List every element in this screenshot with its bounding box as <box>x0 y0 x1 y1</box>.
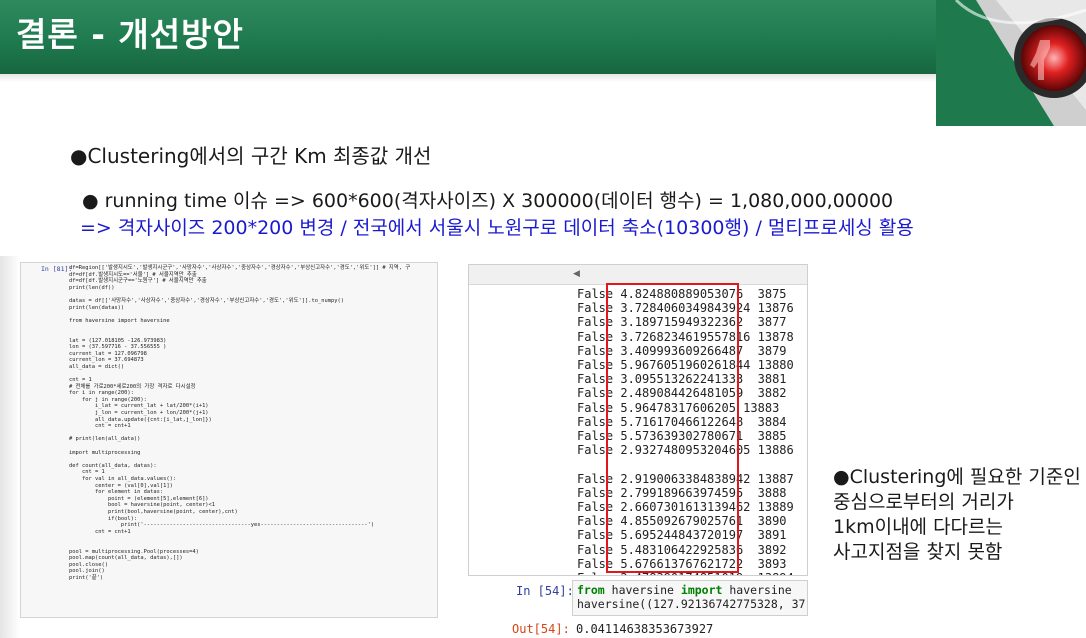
code-line: df=Region[['발생지시도','발생지시군구','사망자수','사상자수… <box>69 265 411 271</box>
bullet-running-time: ● running time 이슈 => 600*600(격자사이즈) X 30… <box>82 190 894 212</box>
code-line: for i in range(200): <box>69 390 134 397</box>
side-note-line-1: ●Clustering에 필요한 기준인 <box>833 466 1081 488</box>
traffic-light-graphic <box>936 0 1086 126</box>
code-line: import multiprocessing <box>69 449 141 456</box>
code-line: for val in all_data.values(): <box>69 476 177 482</box>
code-line: pool.map(count(all_data, datas),[]) <box>69 555 183 562</box>
code-line: print('---------------------------------… <box>69 522 375 529</box>
cell-54-output: Out[54]: 0.04114638353673927 <box>468 620 808 638</box>
code-line: all_data.update({cnt:[i_lat,j_lon]}) <box>69 416 212 423</box>
code-cell-source: df=Region[['발생지시도','발생지시군구','사망자수','사상자수… <box>69 265 410 582</box>
keyword-import: import <box>680 583 723 597</box>
cell-54-source: from haversine import haversine haversin… <box>572 580 808 616</box>
code-line: cnt = 1 <box>69 377 92 384</box>
slide-title: 결론 - 개선방안 <box>16 15 244 54</box>
left-edge-shadow <box>0 256 20 638</box>
code-line: for j in range(200): <box>69 396 147 403</box>
output-screenshot: ◀ False 4.824880889053076 3875 False 3.72… <box>468 264 808 576</box>
code-line: if(bool): <box>69 515 138 522</box>
code-line: j_lon = current_lon + lon/200*(j+1) <box>69 410 209 417</box>
code-line: i_lat = current_lat + lat/200*(i+1) <box>69 403 209 410</box>
code-line: lon = (37.597716 - 37.556555 ) <box>69 344 167 351</box>
code-line: print('끝') <box>69 574 104 581</box>
code-line: cnt = 1 <box>69 469 105 476</box>
code-line: bool = haversine(point, center)<1 <box>69 502 216 509</box>
side-note-line-3: 1km이내에 다다르는 <box>833 516 1003 538</box>
code-line: current_lon = 37.694873 <box>69 357 144 364</box>
code-line: point = (element[5],element[6]) <box>69 495 209 502</box>
code-line: pool.join() <box>69 568 105 575</box>
code-line: center = (val[0],val[1]) <box>69 482 173 489</box>
scroll-left-icon[interactable]: ◀ <box>573 269 580 279</box>
header-divider <box>0 74 1086 82</box>
cell-54-in-prompt: In [54]: <box>516 584 574 598</box>
code-line: pool = multiprocessing.Pool(processes=4) <box>69 548 199 555</box>
highlight-box <box>606 283 739 573</box>
module-name: haversine <box>611 583 674 597</box>
cell-54-out-prompt: Out[54]: <box>512 622 570 636</box>
code-line: df=df[df.발생지시군구=='노원구'] # 서울지역만 추출 <box>69 278 207 285</box>
slide-header: 결론 - 개선방안 <box>0 0 1086 74</box>
bullet-clustering: ●Clustering에서의 구간 Km 최종값 개선 <box>70 144 432 168</box>
cell-54-call: haversine((127.92136742775328, 37.3 <box>577 597 808 611</box>
code-line: cnt = cnt+1 <box>69 423 131 430</box>
code-line: # 전체를 가로200*세로200의 가장 격자로 다시설정 <box>69 383 196 390</box>
code-line: print(len(datas)) <box>69 304 125 311</box>
code-cell-54: In [54]: from haversine import haversine… <box>468 578 808 618</box>
code-line: all_data = dict() <box>69 363 125 370</box>
code-line: current_lat = 127.096798 <box>69 350 147 357</box>
traffic-light-image <box>936 0 1086 126</box>
bullet-improvement: => 격자사이즈 200*200 변경 / 전국에서 서울시 노원구로 데이터 … <box>80 217 914 239</box>
code-cell-screenshot: In [81]: df=Region[['발생지시도','발생지시군구','사망… <box>20 262 438 618</box>
cell-54-out-value: 0.04114638353673927 <box>576 622 714 636</box>
code-line: lat = (127.018105 -126.973983) <box>69 337 167 344</box>
import-name: haversine <box>729 583 792 597</box>
code-line: print(bool,haversine(point, center),cnt) <box>69 508 238 515</box>
code-line: datas = df[['사망자수','사상자수','중상자수','경상자수',… <box>69 297 344 304</box>
code-line: from haversine import haversine <box>69 317 170 324</box>
code-line: cnt = cnt+1 <box>69 528 131 535</box>
side-note-line-2: 중심으로부터의 거리가 <box>833 491 1014 513</box>
code-line: def count(all_data, datas): <box>69 462 157 469</box>
side-note-line-4: 사고지점을 찾지 못함 <box>833 541 1003 563</box>
side-note: ●Clustering에 필요한 기준인 중심으로부터의 거리가 1km이내에 … <box>833 465 1086 565</box>
code-line: print(len(df)) <box>69 284 115 291</box>
code-line: for element in datas: <box>69 489 164 496</box>
keyword-from: from <box>577 583 605 597</box>
code-line: # print(len(all_data)) <box>69 436 141 443</box>
code-cell-prompt: In [81]: <box>41 265 73 273</box>
code-line: pool.close() <box>69 561 108 568</box>
horizontal-scrollbar[interactable]: ◀ <box>469 265 807 285</box>
